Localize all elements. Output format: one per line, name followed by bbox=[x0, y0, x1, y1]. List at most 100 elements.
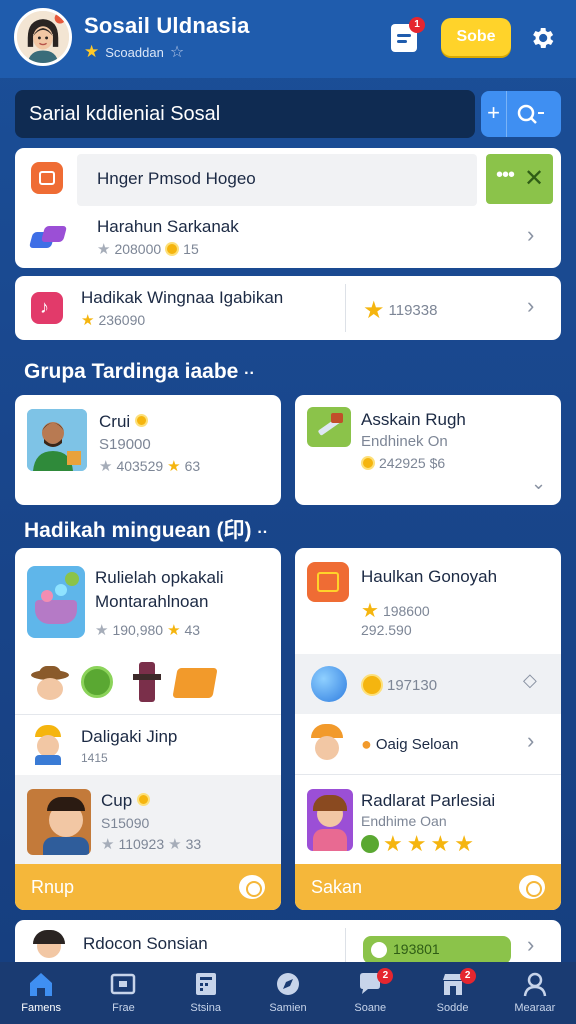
card-title: Rulielah opkakali Montarahlnoan bbox=[95, 568, 224, 611]
search-input[interactable]: Sarial kddieniai Sosal bbox=[15, 90, 475, 138]
group-card[interactable]: Asskain Rugh Endhinek On 242925 $6 ⌄ bbox=[295, 395, 561, 505]
chevron-right-icon[interactable]: › bbox=[527, 932, 534, 958]
star-icon: ★ bbox=[168, 836, 182, 853]
person-icon bbox=[307, 789, 353, 851]
more-dots-icon[interactable]: ·· bbox=[244, 365, 255, 382]
rating-value: ★ 119338 bbox=[363, 296, 437, 325]
list-item[interactable]: Cup S15090 ★ 110923 ★ 33 bbox=[15, 775, 281, 864]
close-icon: ✕ bbox=[524, 165, 545, 192]
item-meta: ★ 110923 ★ 33 bbox=[101, 835, 201, 853]
category-card-right: Haulkan Gonoyah ★ 198600 292.590 197130 … bbox=[295, 548, 561, 910]
avatar-row bbox=[29, 662, 269, 706]
diamond-icon[interactable]: ◇ bbox=[523, 670, 537, 691]
character-icon[interactable] bbox=[133, 662, 161, 702]
star-icon: ★ bbox=[406, 831, 427, 856]
card-meta: 242925 $6 bbox=[361, 455, 445, 471]
nav-item-frame[interactable]: Frae bbox=[82, 962, 164, 1024]
list-item[interactable]: 197130 ◇ bbox=[295, 654, 561, 714]
star-icon: ★ bbox=[361, 600, 379, 622]
nav-item-shop[interactable]: 2 Sodde bbox=[411, 962, 493, 1024]
badge-icon bbox=[361, 835, 379, 853]
person-icon bbox=[27, 789, 91, 855]
star-icon: ★ bbox=[81, 312, 95, 329]
list-card-2[interactable]: ♪ Hadikak Wingnaa Igabikan ★ 236090 ★ 11… bbox=[15, 276, 561, 340]
divider bbox=[345, 284, 346, 332]
list-item[interactable]: Radlarat Parlesiai Endhime Oan ★ ★ ★ ★ bbox=[295, 775, 561, 864]
chevron-right-icon[interactable]: › bbox=[527, 728, 534, 754]
section-title-text: Hadikah minguean (印) bbox=[24, 519, 252, 542]
nav-label: Frae bbox=[112, 1002, 135, 1014]
eye-icon[interactable] bbox=[519, 875, 545, 899]
card-footer-button[interactable]: Rnup bbox=[15, 864, 281, 910]
user-avatar[interactable] bbox=[14, 8, 72, 66]
card-line3: 292.590 bbox=[361, 622, 412, 638]
compass-icon bbox=[276, 973, 299, 995]
list-item[interactable]: Harahun Sarkanak ★ 208000 15 › bbox=[15, 210, 561, 268]
list-item-title: Hnger Pmsod Hogeo bbox=[97, 169, 256, 188]
nav-item-profile[interactable]: Mearaar bbox=[494, 962, 576, 1024]
plus-icon[interactable]: + bbox=[481, 91, 507, 137]
ball-icon[interactable] bbox=[81, 666, 113, 698]
hammer-icon bbox=[307, 407, 351, 447]
list-item[interactable]: Hnger Pmsod Hogeo ••• ✕ bbox=[15, 148, 561, 210]
footer-label: Sakan bbox=[311, 877, 363, 897]
card-line2: S19000 bbox=[99, 436, 151, 453]
user-icon bbox=[523, 972, 547, 997]
cowboy-avatar-icon[interactable] bbox=[29, 666, 71, 700]
dismiss-button[interactable]: ••• ✕ bbox=[486, 154, 553, 204]
bottom-nav: Famens Frae Stsina Samien 2 Soane 2 Sodd… bbox=[0, 962, 576, 1024]
app-subtitle: ★ Scoaddan ☆ bbox=[84, 42, 184, 62]
card-meta: ★ 403529 ★ 63 bbox=[99, 457, 200, 475]
item-line2: Endhime Oan bbox=[361, 813, 447, 829]
star-icon: ★ bbox=[430, 831, 451, 856]
list-item-meta: ★ 236090 bbox=[81, 311, 145, 329]
meta-value: 403529 bbox=[116, 458, 164, 474]
music-icon: ♪ bbox=[31, 292, 63, 324]
value-pill: 193801 bbox=[363, 936, 511, 964]
card-footer-button[interactable]: Sakan bbox=[295, 864, 561, 910]
calculator-icon bbox=[195, 973, 216, 995]
nav-item-stats[interactable]: Stsina bbox=[165, 962, 247, 1024]
meta-value: 15 bbox=[183, 241, 199, 257]
nav-label: Stsina bbox=[190, 1002, 221, 1014]
search-button[interactable]: + bbox=[481, 91, 561, 137]
subtitle-text: Scoaddan bbox=[105, 44, 164, 60]
nav-item-chat[interactable]: 2 Soane bbox=[329, 962, 411, 1024]
list-item[interactable]: ● Oaig Seloan › bbox=[295, 714, 561, 774]
nav-label: Soane bbox=[354, 1002, 387, 1014]
gear-icon[interactable] bbox=[528, 24, 556, 52]
star-icon: ★ bbox=[97, 241, 111, 258]
nav-item-home[interactable]: Famens bbox=[0, 962, 82, 1024]
header-action-button[interactable]: Sobe bbox=[441, 18, 511, 56]
card-title: Haulkan Gonoyah bbox=[361, 567, 498, 586]
star-icon: ★ bbox=[454, 831, 474, 856]
coin-icon bbox=[361, 456, 375, 470]
chevron-right-icon[interactable]: › bbox=[527, 293, 534, 319]
card-line2: ★ 198600 bbox=[361, 598, 430, 623]
card-title-text: Crui bbox=[99, 412, 131, 431]
box-icon bbox=[31, 162, 63, 194]
list-item-meta: ★ 208000 15 bbox=[97, 240, 199, 258]
meta-value: 242925 $6 bbox=[379, 455, 446, 471]
row-title: Daligaki Jinp bbox=[81, 727, 178, 746]
group-card[interactable]: Crui S19000 ★ 403529 ★ 63 bbox=[15, 395, 281, 505]
meta-value: 33 bbox=[185, 836, 202, 852]
card-line2: Endhinek On bbox=[361, 433, 448, 450]
chevron-down-icon[interactable]: ⌄ bbox=[531, 473, 546, 494]
meta-value: 198600 bbox=[382, 602, 430, 619]
star-icon: ★ bbox=[99, 458, 113, 475]
list-item[interactable]: Daligaki Jinp 1415 bbox=[15, 715, 281, 775]
search-icon bbox=[517, 104, 544, 124]
star-icon: ★ bbox=[363, 297, 385, 324]
game-icon bbox=[27, 566, 85, 638]
nav-item-explore[interactable]: Samien bbox=[247, 962, 329, 1024]
chevron-right-icon[interactable]: › bbox=[527, 222, 534, 248]
star-icon: ★ bbox=[167, 622, 181, 639]
nav-label: Famens bbox=[21, 1002, 62, 1014]
card-meta: ★ 190,980 ★ 43 bbox=[95, 621, 200, 639]
coin-value: 197130 bbox=[361, 674, 437, 696]
more-dots-icon[interactable]: ·· bbox=[257, 524, 268, 541]
fox-icon[interactable] bbox=[172, 668, 218, 698]
coin-icon bbox=[371, 942, 387, 958]
eye-icon[interactable] bbox=[239, 875, 265, 899]
